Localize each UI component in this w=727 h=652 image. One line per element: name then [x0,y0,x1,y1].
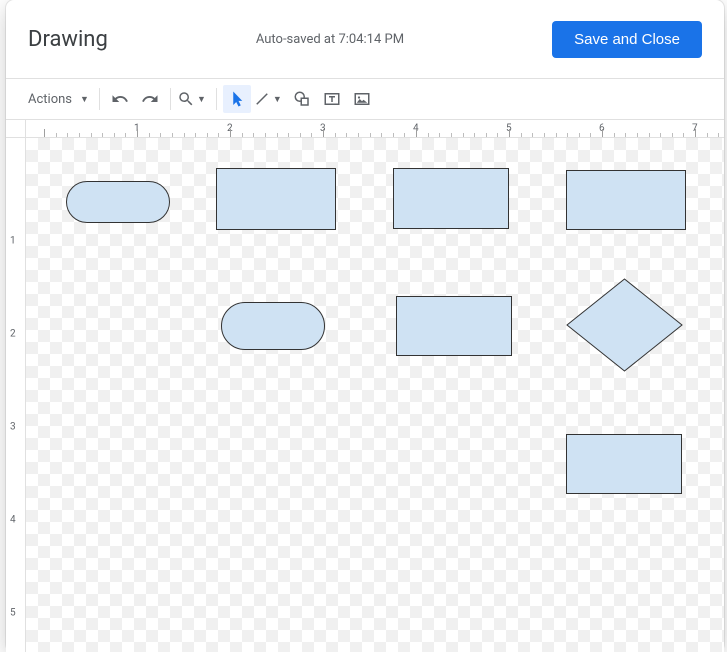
rounded-rectangle-shape[interactable] [221,302,325,350]
rectangle-shape[interactable] [393,168,509,229]
rectangle-shape[interactable] [566,170,686,230]
ruler-v-label: 4 [10,515,16,526]
ruler-v-label: 5 [10,608,16,619]
line-tool[interactable]: ▼ [253,85,286,113]
ruler-v-label: 3 [10,422,16,433]
vertical-ruler: 1 2 3 4 5 [6,138,26,652]
select-tool[interactable] [223,85,251,113]
shape-tool[interactable] [288,85,316,113]
cursor-icon [228,90,246,108]
ruler-v-label: 1 [10,236,16,247]
caret-down-icon: ▼ [80,94,89,105]
caret-down-icon: ▼ [197,94,206,105]
ruler-corner [6,120,26,138]
drawing-dialog: Drawing Auto-saved at 7:04:14 PM Save an… [6,0,724,652]
line-icon [253,90,271,108]
save-and-close-button[interactable]: Save and Close [552,21,702,58]
zoom-icon [177,90,195,108]
redo-icon [141,90,159,108]
dialog-title: Drawing [28,27,108,52]
caret-down-icon: ▼ [273,94,282,105]
horizontal-ruler: 1234567 [26,120,724,138]
drawing-canvas[interactable] [26,138,724,652]
undo-icon [111,90,129,108]
actions-menu[interactable]: Actions ▼ [20,85,93,113]
toolbar-separator [216,88,217,110]
shape-icon [293,90,311,108]
canvas-area: 1234567 1 2 3 4 5 [6,120,724,652]
rectangle-shape[interactable] [566,434,682,494]
rounded-rectangle-shape[interactable] [66,181,170,223]
dialog-header: Drawing Auto-saved at 7:04:14 PM Save an… [6,0,724,78]
autosave-status: Auto-saved at 7:04:14 PM [108,32,552,47]
redo-button[interactable] [136,85,164,113]
toolbar: Actions ▼ ▼ ▼ [6,79,724,119]
image-tool[interactable] [348,85,376,113]
textbox-icon [323,90,341,108]
textbox-tool[interactable] [318,85,346,113]
undo-button[interactable] [106,85,134,113]
diamond-shape[interactable] [566,278,683,372]
ruler-v-label: 2 [10,329,16,340]
zoom-menu[interactable]: ▼ [177,85,210,113]
image-icon [353,90,371,108]
toolbar-separator [170,88,171,110]
rectangle-shape[interactable] [396,296,512,356]
toolbar-separator [99,88,100,110]
rectangle-shape[interactable] [216,168,336,230]
